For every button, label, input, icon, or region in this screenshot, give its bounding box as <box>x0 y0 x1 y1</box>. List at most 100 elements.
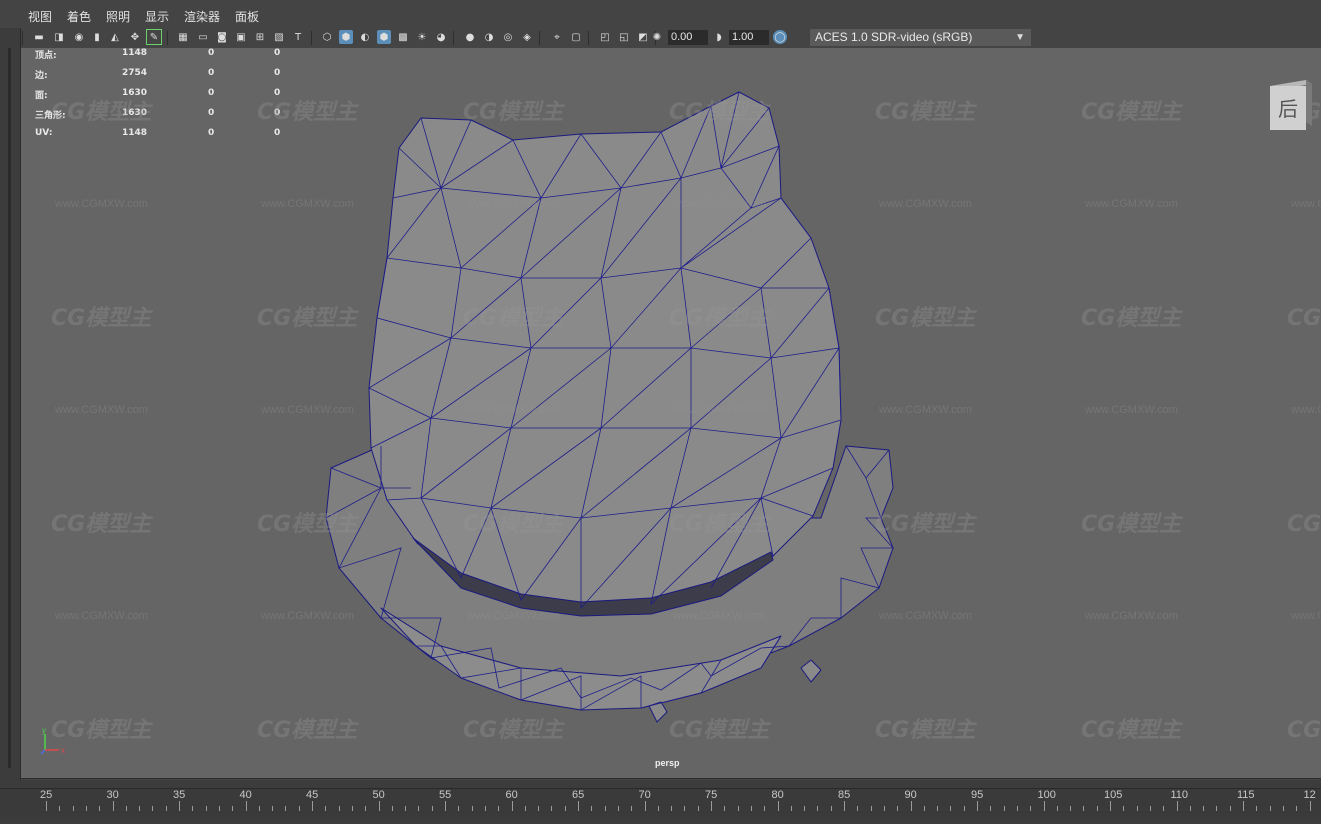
timeline-tick-label: 12 <box>1303 789 1316 801</box>
view-transform-dropdown[interactable]: ACES 1.0 SDR-video (sRGB) ▼ <box>810 29 1031 46</box>
timeline-tick-mark <box>1016 806 1018 811</box>
timeline-tick-mark <box>218 806 220 811</box>
xray-joints-icon[interactable]: ◰ <box>598 30 612 44</box>
timeline-tick-label: 90 <box>904 789 917 801</box>
safe-title-icon[interactable]: T <box>291 30 305 44</box>
camera-select-icon[interactable]: ▬ <box>32 30 46 44</box>
menu-lighting[interactable]: 照明 <box>106 8 130 25</box>
view-cube[interactable]: 后 <box>1266 78 1314 132</box>
image-plane-icon[interactable]: ▮ <box>90 30 104 44</box>
timeline-tick-mark <box>963 806 965 811</box>
textured-icon[interactable]: ▩ <box>396 30 410 44</box>
timeline-tick-mark <box>179 801 180 811</box>
timeline-tick-mark <box>378 801 380 811</box>
timeline-tick-mark <box>46 801 47 811</box>
wireframe-icon[interactable]: ⬡ <box>320 30 334 44</box>
view-transform-value: ACES 1.0 SDR-video (sRGB) <box>815 30 973 44</box>
timeline-tick-mark <box>1296 806 1298 811</box>
panel-toolbar: ▬ ◨ ◉ ▮ ◭ ✥ ✎ ▦ ▭ ◙ ▣ ⊞ ▧ T ⬡ ⬢ ◐ ⬢ ▩ ☀ … <box>20 28 1321 48</box>
anti-aliasing-icon[interactable]: ◎ <box>501 30 515 44</box>
timeline-tick-mark <box>684 806 686 811</box>
gate-mask-icon[interactable]: ▣ <box>234 30 248 44</box>
timeline-tick-mark <box>897 806 899 811</box>
default-material-icon[interactable]: ◐ <box>358 30 372 44</box>
timeline-tick-mark <box>1003 806 1005 811</box>
timeline-tick-mark <box>910 801 912 811</box>
time-slider[interactable]: 25 30 35 40 45 50 55 60 65 70 75 80 85 90 95 100 105 110 1… <box>0 780 1321 824</box>
field-chart-icon[interactable]: ⊞ <box>253 30 267 44</box>
hud-value: 1148 <box>122 128 148 138</box>
timeline-tick-label: 65 <box>572 789 585 801</box>
timeline-tick-mark <box>285 806 287 811</box>
timeline-tick-mark <box>1229 806 1231 811</box>
timeline-tick-mark <box>737 806 739 811</box>
2d-pan-zoom-icon[interactable]: ◭ <box>108 30 122 44</box>
exposure-icon[interactable]: ✺ <box>650 30 664 44</box>
wireframe-on-shaded-icon[interactable]: ⬢ <box>377 30 391 44</box>
timeline-tick-mark <box>844 801 845 811</box>
timeline-tick-mark <box>1189 806 1191 811</box>
xray-components-icon[interactable]: ◱ <box>617 30 631 44</box>
menu-panels[interactable]: 面板 <box>235 8 259 25</box>
resolution-gate-icon[interactable]: ◙ <box>215 30 229 44</box>
screen-space-ao-icon[interactable]: ● <box>463 30 477 44</box>
bookmark-icon[interactable]: ◉ <box>72 30 86 44</box>
safe-action-icon[interactable]: ▧ <box>272 30 286 44</box>
timeline-tick-mark <box>591 806 593 811</box>
timeline-tick-mark <box>391 806 393 811</box>
timeline-tick-mark <box>750 806 752 811</box>
z-axis-line <box>40 749 46 755</box>
timeline-tick-mark <box>85 806 87 811</box>
timeline-tick-mark <box>458 806 460 811</box>
hud-value: 0 <box>274 68 281 78</box>
grease-pencil-icon[interactable]: ✥ <box>128 30 142 44</box>
shadows-icon[interactable]: ◕ <box>434 30 448 44</box>
smooth-shade-icon[interactable]: ⬢ <box>339 30 353 44</box>
toolbar-separator <box>167 31 168 45</box>
time-slider-track[interactable]: 25 30 35 40 45 50 55 60 65 70 75 80 85 90 95 100 105 110 1… <box>0 788 1321 817</box>
menu-renderer[interactable]: 渲染器 <box>184 8 220 25</box>
gamma-icon[interactable]: ◗ <box>712 30 726 44</box>
xray-icon[interactable]: ▢ <box>569 30 583 44</box>
gamma-field[interactable]: 1.00 <box>729 30 769 45</box>
film-gate-icon[interactable]: ▭ <box>196 30 210 44</box>
menu-view[interactable]: 视图 <box>28 8 52 25</box>
timeline-tick-label: 100 <box>1037 789 1056 801</box>
camera-attributes-icon[interactable]: ◨ <box>52 30 66 44</box>
timeline-tick-mark <box>338 806 340 811</box>
timeline-tick-mark <box>777 801 779 811</box>
timeline-tick-label: 40 <box>239 789 252 801</box>
timeline-tick-mark <box>564 806 566 811</box>
timeline-tick-mark <box>365 806 367 811</box>
timeline-tick-mark <box>511 801 513 811</box>
grid-icon[interactable]: ▦ <box>176 30 190 44</box>
scrollbar-track[interactable] <box>8 48 11 768</box>
exposure-field[interactable]: 0.00 <box>668 30 708 45</box>
motion-blur-icon[interactable]: ◑ <box>482 30 496 44</box>
timeline-tick-mark <box>1083 806 1085 811</box>
timeline-tick-mark <box>112 801 114 811</box>
timeline-tick-mark <box>312 801 313 811</box>
persp-viewport[interactable]: 顶点: 1148 0 0 边: 2754 0 0 面: 1630 0 0 三角形… <box>20 48 1321 779</box>
timeline-tick-mark <box>857 806 859 811</box>
hud-label: 面: <box>35 91 48 101</box>
hud-label: 边: <box>35 71 48 81</box>
menu-show[interactable]: 显示 <box>145 8 169 25</box>
backface-culling-icon[interactable]: ◩ <box>636 30 650 44</box>
use-all-lights-icon[interactable]: ☀ <box>415 30 429 44</box>
menu-shading[interactable]: 着色 <box>67 8 91 25</box>
chevron-down-icon: ▼ <box>1015 32 1025 43</box>
toolbar-separator <box>588 31 589 45</box>
timeline-tick-mark <box>617 806 619 811</box>
camera-label: persp <box>655 758 680 768</box>
timeline-tick-mark <box>445 801 446 811</box>
hud-value: 2754 <box>122 68 148 78</box>
timeline-tick-mark <box>471 806 473 811</box>
depth-of-field-icon[interactable]: ◈ <box>520 30 534 44</box>
color-management-icon[interactable]: ◯ <box>773 30 787 44</box>
isolate-select-icon[interactable]: ⌖ <box>550 30 564 44</box>
timeline-tick-label: 75 <box>705 789 718 801</box>
pencil-icon[interactable]: ✎ <box>146 29 162 45</box>
timeline-tick-mark <box>139 806 141 811</box>
timeline-tick-mark <box>405 806 407 811</box>
